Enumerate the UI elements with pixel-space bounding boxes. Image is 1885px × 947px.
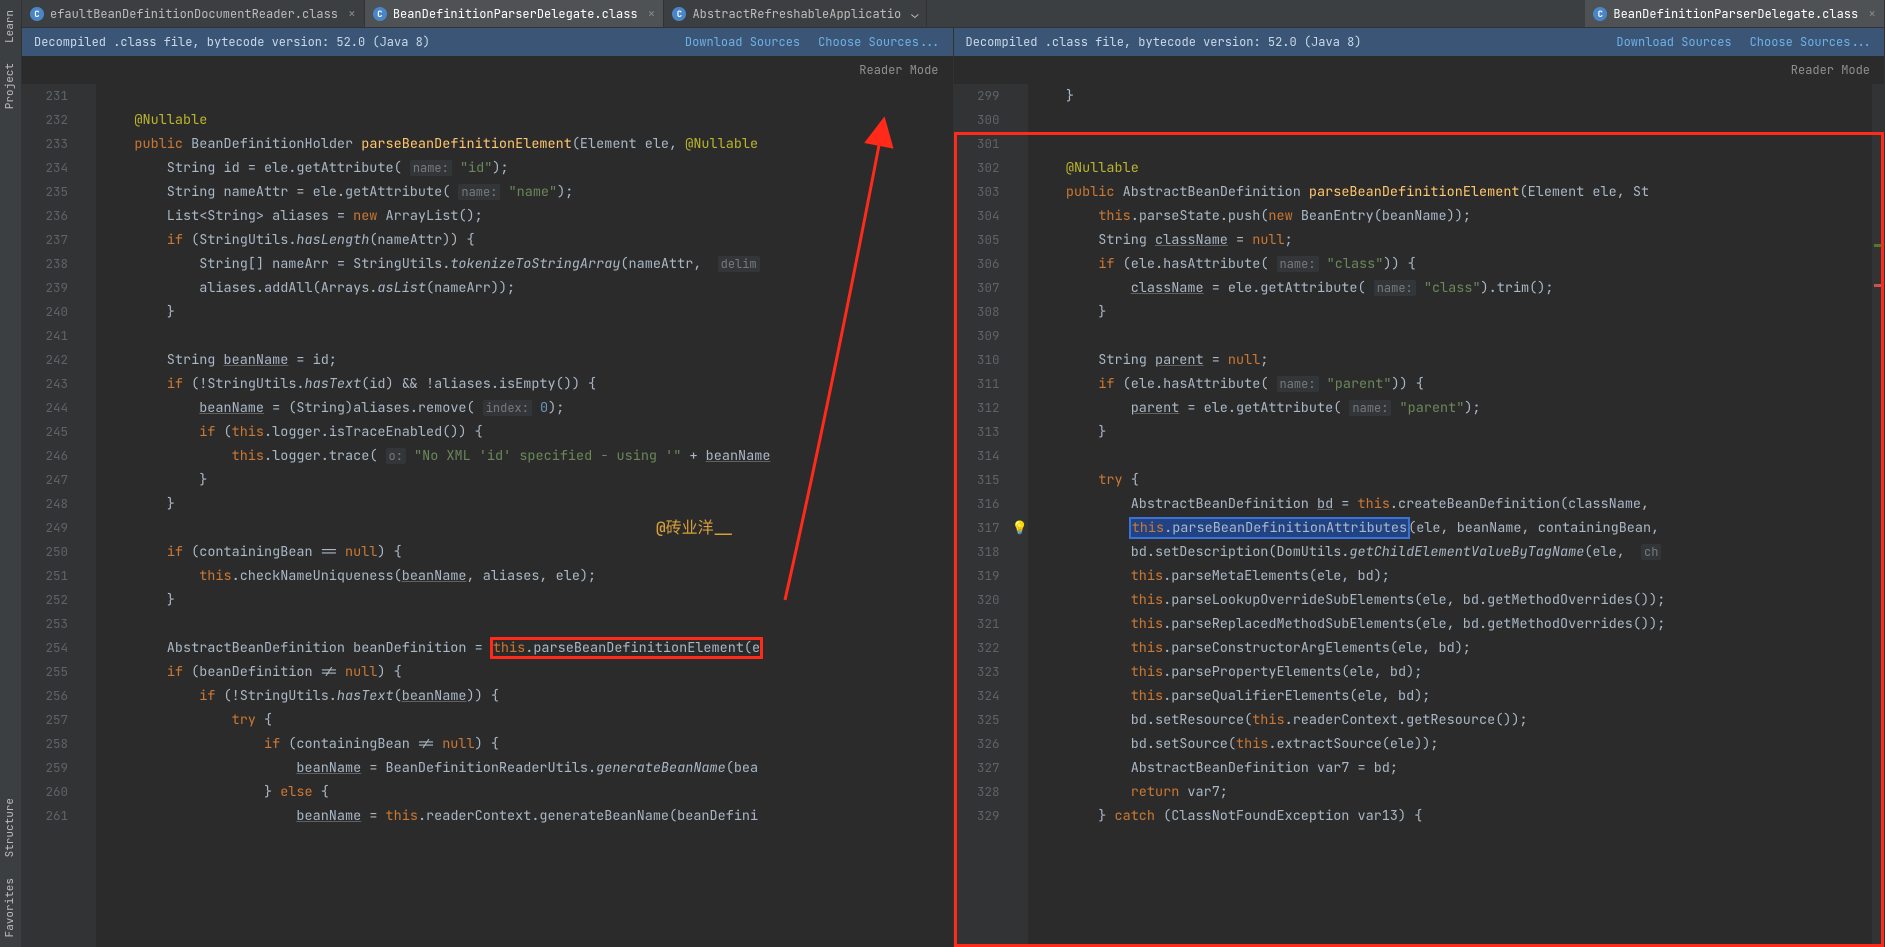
close-icon[interactable]: ×: [348, 5, 356, 22]
editor-tab[interactable]: C BeanDefinitionParserDelegate.class ×: [365, 0, 665, 27]
editor-tab[interactable]: CefaultBeanDefinitionDocumentReader.clas…: [22, 0, 365, 27]
class-file-icon: C: [30, 7, 44, 21]
left-gutter-marks: [78, 84, 96, 947]
choose-sources-link-right[interactable]: Choose Sources...: [1750, 34, 1872, 50]
tab-label: AbstractRefreshableApplicatio: [692, 6, 901, 22]
reader-mode-label[interactable]: Reader Mode: [859, 62, 938, 78]
editor-tab[interactable]: C BeanDefinitionParserDelegate.class ×: [1585, 0, 1885, 27]
right-code-area[interactable]: 299 300 301 302 303 304 305 306 307 308 …: [954, 84, 1885, 947]
tab-label: BeanDefinitionParserDelegate.class: [1613, 6, 1858, 22]
editor-tab-bar: CefaultBeanDefinitionDocumentReader.clas…: [22, 0, 1885, 28]
download-sources-link-right[interactable]: Download Sources: [1616, 34, 1731, 50]
class-file-icon: C: [1593, 7, 1607, 21]
side-tool-favorites[interactable]: Favorites: [0, 868, 21, 947]
tab-label: efaultBeanDefinitionDocumentReader.class: [50, 6, 338, 22]
side-tool-project[interactable]: Project: [0, 53, 21, 119]
left-code[interactable]: @Nullable public BeanDefinitionHolder pa…: [96, 84, 953, 947]
reader-mode-label-right[interactable]: Reader Mode: [1791, 62, 1870, 78]
decompiler-info-bar-right: Decompiled .class file, bytecode version…: [954, 28, 1885, 56]
editor-tab[interactable]: C AbstractRefreshableApplicatio ⌄: [664, 0, 927, 27]
decompiler-info-text-right: Decompiled .class file, bytecode version…: [966, 34, 1362, 50]
chevron-down-icon[interactable]: ⌄: [911, 6, 918, 22]
right-code[interactable]: } @Nullable public AbstractBeanDefinitio…: [1028, 84, 1873, 947]
close-icon[interactable]: ×: [1868, 5, 1876, 22]
intention-bulb-icon[interactable]: 💡: [1012, 519, 1028, 536]
side-tool-learn[interactable]: Learn: [0, 0, 21, 53]
class-file-icon: C: [373, 7, 387, 21]
tool-window-bar[interactable]: Learn Project Structure Favorites: [0, 0, 22, 947]
tab-label: BeanDefinitionParserDelegate.class: [393, 6, 638, 22]
error-stripe[interactable]: [1872, 84, 1884, 947]
side-tool-structure[interactable]: Structure: [0, 788, 21, 867]
decompiler-info-bar: Decompiled .class file, bytecode version…: [22, 28, 953, 56]
right-editor: Decompiled .class file, bytecode version…: [954, 28, 1885, 947]
close-icon[interactable]: ×: [648, 5, 656, 22]
left-gutter[interactable]: 231 232 233 234 235 236 237 238 239 240 …: [22, 84, 78, 947]
class-file-icon: C: [672, 7, 686, 21]
right-gutter[interactable]: 299 300 301 302 303 304 305 306 307 308 …: [954, 84, 1010, 947]
decompiler-info-text: Decompiled .class file, bytecode version…: [34, 34, 430, 50]
left-code-area[interactable]: 231 232 233 234 235 236 237 238 239 240 …: [22, 84, 953, 947]
right-gutter-marks: 💡: [1010, 84, 1028, 947]
choose-sources-link[interactable]: Choose Sources...: [818, 34, 940, 50]
download-sources-link[interactable]: Download Sources: [685, 34, 800, 50]
watermark-text: @砖业洋__: [656, 516, 733, 540]
left-editor: Decompiled .class file, bytecode version…: [22, 28, 954, 947]
